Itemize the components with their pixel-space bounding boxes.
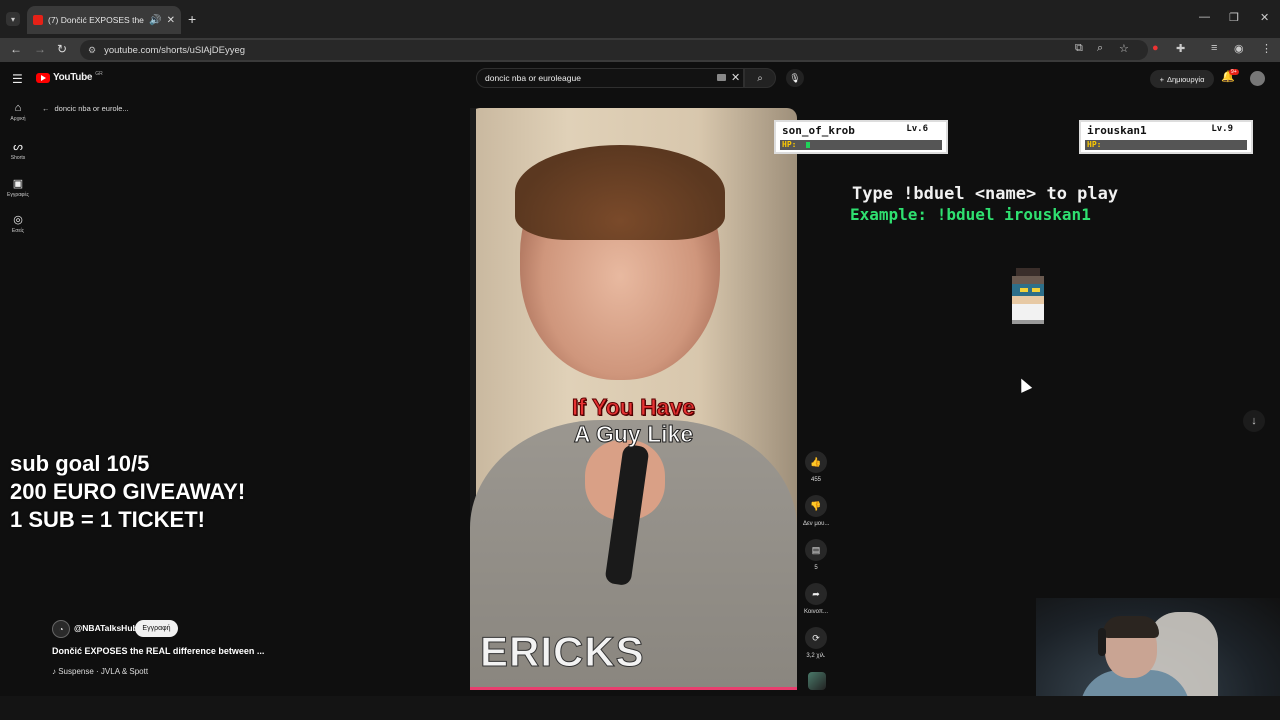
youtube-favicon-icon <box>33 15 43 25</box>
hp-fill <box>806 142 810 148</box>
search-input[interactable]: doncic nba or euroleague <box>476 68 744 88</box>
tab-close-icon[interactable]: ✕ <box>167 15 175 26</box>
cast-icon[interactable]: ⧉ <box>1075 42 1083 55</box>
youtube-play-icon <box>36 72 50 83</box>
video-caption-line2: A Guy Like <box>573 421 694 448</box>
mouse-cursor-icon <box>1015 376 1033 393</box>
duel-instruction: Type !bduel <name> to play <box>852 184 1119 204</box>
duel-example: Example: !bduel irouskan1 <box>850 205 1091 224</box>
url-text: youtube.com/shorts/uSlAjDEyyeg <box>104 44 246 56</box>
back-arrow-icon: ← <box>42 104 50 113</box>
sidebar-item-you[interactable]: ◎ Εσείς <box>4 213 32 234</box>
bookmark-star-icon[interactable]: ☆ <box>1119 42 1129 55</box>
channel-avatar[interactable]: ◔ <box>52 620 70 638</box>
player-name: irouskan1 <box>1087 124 1147 137</box>
sidebar-item-home[interactable]: ⌂ Αρχική <box>4 102 32 122</box>
subscriptions-icon: ▣ <box>12 178 24 190</box>
webcam-streamer-hair <box>1103 616 1159 638</box>
like-button[interactable]: 👍 455 <box>803 451 829 483</box>
reload-icon[interactable]: ↻ <box>57 42 67 56</box>
video-title[interactable]: Dončić EXPOSES the REAL difference betwe… <box>52 646 264 656</box>
back-to-search-link[interactable]: ← doncic nba or eurole... <box>42 104 129 113</box>
forward-arrow-icon[interactable]: → <box>34 42 46 56</box>
headset-icon <box>1098 628 1106 656</box>
player-level: Lv.6 <box>906 124 928 134</box>
voice-search-icon[interactable]: 🎙 <box>786 69 804 87</box>
bottom-strip <box>0 696 1280 720</box>
plus-icon: + <box>1159 74 1164 84</box>
sound-thumbnail[interactable] <box>808 672 826 690</box>
player-card-2: irouskan1 Lv.9 HP: <box>1079 120 1253 154</box>
video-progress-bar[interactable] <box>470 687 797 690</box>
player-level: Lv.9 <box>1211 124 1233 134</box>
restore-button[interactable]: ❐ <box>1229 11 1239 24</box>
sub-goal-overlay: sub goal 10/5 200 EURO GIVEAWAY! 1 SUB =… <box>10 451 246 532</box>
tab-title: (7) Dončić EXPOSES the REAL <box>48 15 144 25</box>
subscribe-button[interactable]: Εγγραφή <box>135 620 178 637</box>
share-arrow-icon: ➦ <box>805 583 827 605</box>
hamburger-menu-icon[interactable]: ☰ <box>12 72 23 86</box>
thumbs-down-icon: 👎 <box>805 495 827 517</box>
extension-red-icon[interactable]: ● <box>1152 42 1159 54</box>
shorts-icon: ᔕ <box>13 141 23 153</box>
remix-button[interactable]: ⟳ 3,2 χιλ. <box>803 627 829 659</box>
dislike-button[interactable]: 👎 Δεν μου... <box>803 495 829 527</box>
notification-badge: 9+ <box>1229 69 1239 75</box>
shirt-lettering: ERICKS <box>480 628 645 676</box>
hp-bar: HP: <box>1085 140 1247 150</box>
minimize-button[interactable]: — <box>1199 11 1210 23</box>
share-button[interactable]: ➦ Κοινοπ... <box>803 583 829 615</box>
create-button[interactable]: + Δημιουργία <box>1150 70 1214 88</box>
account-avatar[interactable] <box>1250 71 1265 86</box>
comments-button[interactable]: ▤ 5 <box>803 539 829 571</box>
video-sound-link[interactable]: ♪ Suspense · JVLA & Spott <box>52 667 148 676</box>
player-name: son_of_krob <box>782 124 855 137</box>
address-bar[interactable]: ⚙ youtube.com/shorts/uSlAjDEyyeg <box>80 40 1148 60</box>
you-icon: ◎ <box>13 214 23 226</box>
search-button[interactable]: ⌕ <box>744 68 776 88</box>
speaker-icon[interactable]: 🔊 <box>149 15 161 26</box>
pixel-character-sprite-icon <box>1012 268 1044 324</box>
next-video-button[interactable]: ↓ <box>1243 410 1265 432</box>
window-close-button[interactable]: ✕ <box>1260 11 1269 24</box>
video-person-hair <box>515 145 725 240</box>
back-arrow-icon[interactable]: ← <box>10 42 22 56</box>
clear-search-icon[interactable]: ✕ <box>731 71 740 84</box>
media-controls-icon[interactable]: ≡ <box>1211 42 1217 54</box>
video-caption-line1: If You Have <box>571 394 696 421</box>
thumbs-up-icon: 👍 <box>805 451 827 473</box>
player-card-1: son_of_krob Lv.6 HP: <box>774 120 948 154</box>
channel-name[interactable]: @NBATalksHub <box>74 623 138 633</box>
home-icon: ⌂ <box>14 102 22 114</box>
browser-tab[interactable]: (7) Dončić EXPOSES the REAL 🔊 ✕ <box>27 6 181 34</box>
remix-icon: ⟳ <box>805 627 827 649</box>
sidebar-item-subscriptions[interactable]: ▣ Εγγραφές <box>4 177 32 198</box>
keyboard-icon[interactable] <box>717 74 726 81</box>
profile-icon[interactable]: ◉ <box>1234 42 1244 55</box>
zoom-icon[interactable]: ⌕ <box>1097 42 1103 55</box>
site-info-icon[interactable]: ⚙ <box>88 45 96 56</box>
comment-icon: ▤ <box>805 539 827 561</box>
browser-menu-icon[interactable]: ⋮ <box>1261 42 1272 55</box>
youtube-logo[interactable]: YouTube GR <box>36 71 103 83</box>
hp-bar: HP: <box>780 140 942 150</box>
new-tab-button[interactable]: + <box>188 12 196 26</box>
arrow-down-icon: ↓ <box>1251 415 1257 427</box>
tab-search-icon[interactable]: ▾ <box>6 12 20 26</box>
extensions-puzzle-icon[interactable]: ✚ <box>1176 42 1185 55</box>
sidebar-item-shorts[interactable]: ᔕ Shorts <box>4 140 32 161</box>
search-icon: ⌕ <box>757 72 763 84</box>
